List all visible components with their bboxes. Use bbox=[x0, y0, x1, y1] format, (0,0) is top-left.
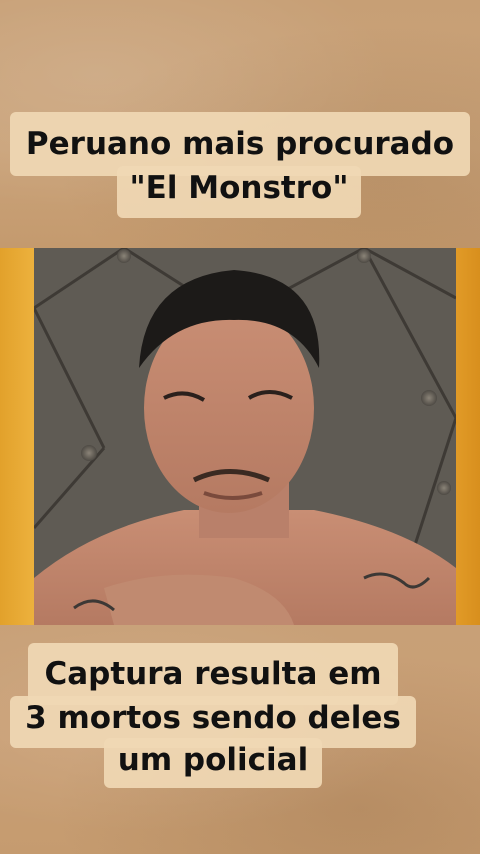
caption-line-3: um policial bbox=[104, 738, 322, 788]
portrait-illustration bbox=[34, 248, 456, 625]
portrait-photo bbox=[34, 248, 456, 625]
headline-line-2: "El Monstro" bbox=[117, 166, 361, 218]
